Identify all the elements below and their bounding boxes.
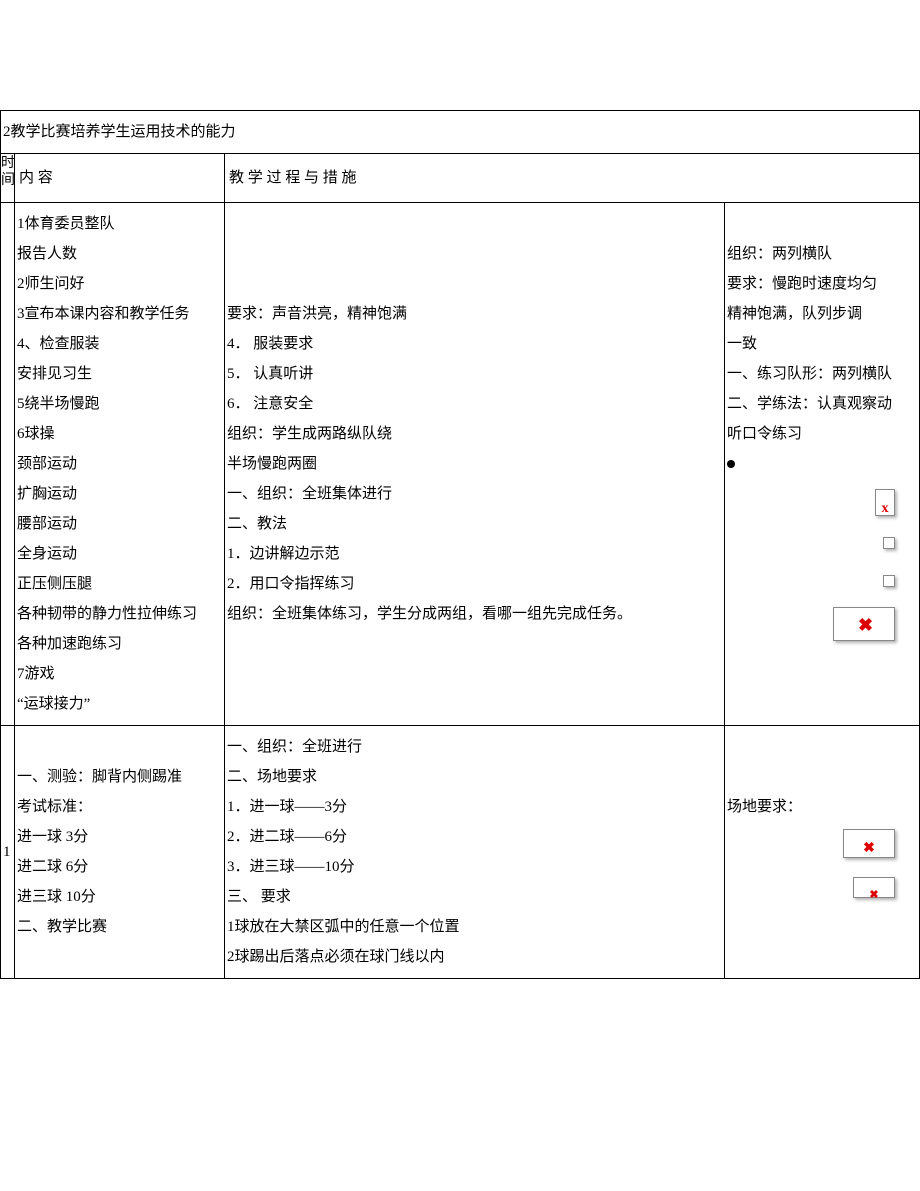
top-note-cell: 2教学比赛培养学生运用技术的能力 [1,111,920,154]
section-2-org: 场地要求： ✖ ✖ [725,726,920,979]
top-note-row: 2教学比赛培养学生运用技术的能力 [1,111,920,154]
process-line: 一、组织：全班进行 [227,732,720,762]
broken-image-icon: ✖ [853,877,895,898]
content-line: 2师生问好 [17,269,220,299]
content-line: 进一球 3分 [17,822,220,852]
org-line: 二、学练法：认真观察动 [727,389,915,419]
org-line: 组织：两列横队 [727,239,915,269]
content-line: 腰部运动 [17,509,220,539]
content-line: 二、教学比赛 [17,912,220,942]
section-2-time-text: 1 [3,844,11,860]
content-line: 5绕半场慢跑 [17,389,220,419]
content-line: 1体育委员整队 [17,209,220,239]
content-line: 3宣布本课内容和教学任务 [17,299,220,329]
content-line: 扩胸运动 [17,479,220,509]
process-line: 要求：声音洪亮，精神饱满 [227,299,720,329]
process-line: 组织：学生成两路纵队绕 [227,419,720,449]
section-2-time: 1 [1,726,15,979]
image-placeholder-group: ✖ ✖ [727,822,915,902]
broken-image-icon: ✖ [843,829,895,858]
process-line: 1．进一球——3分 [227,792,720,822]
org-line [727,209,915,239]
org-line: 要求：慢跑时速度均匀 [727,269,915,299]
content-line: 6球操 [17,419,220,449]
section-1-time [1,203,15,726]
section-1-org: 组织：两列横队 要求：慢跑时速度均匀 精神饱满，队列步调 一致 一、练习队形：两… [725,203,920,726]
org-line: 场地要求： [727,792,915,822]
process-line: 2．用口令指挥练习 [227,569,720,599]
section-1-process: 要求：声音洪亮，精神饱满 4． 服装要求 5． 认真听讲 6． 注意安全 组织：… [225,203,725,726]
content-line: 各种加速跑练习 [17,629,220,659]
content-line: 报告人数 [17,239,220,269]
process-line: 半场慢跑两圈 [227,449,720,479]
org-line: 一、练习队形：两列横队 [727,359,915,389]
content-line: 安排见习生 [17,359,220,389]
broken-image-icon: ✖ [833,607,895,641]
process-line: 5． 认真听讲 [227,359,720,389]
process-line: 1球放在大禁区弧中的任意一个位置 [227,912,720,942]
content-line: 进二球 6分 [17,852,220,882]
process-line: 1．边讲解边示范 [227,539,720,569]
broken-image-icon [883,537,895,549]
process-line: 组织：全班集体练习，学生分成两组，看哪一组先完成任务。 [227,599,720,629]
broken-image-icon [883,575,895,587]
content-line: 7游戏 [17,659,220,689]
process-line [227,239,720,269]
content-line: 正压侧压腿 [17,569,220,599]
content-line [17,732,220,762]
header-time: 时间时间 [1,154,15,203]
section-2-row: 1 一、测验：脚背内侧踢准 考试标准： 进一球 3分 进二球 6分 进三球 10… [1,726,920,979]
lesson-plan-table: 2教学比赛培养学生运用技术的能力 时间时间 内 容 教 学 过 程 与 措 施 … [0,110,920,979]
org-line: 一致 [727,329,915,359]
broken-image-icon: x [875,489,895,516]
top-note-text: 2教学比赛培养学生运用技术的能力 [3,124,236,140]
header-content: 内 容 [15,154,225,203]
process-line: 4． 服装要求 [227,329,720,359]
org-line [727,762,915,792]
image-placeholder-group: x ✖ [727,479,915,641]
header-process-text: 教 学 过 程 与 措 施 [229,170,357,186]
content-line: 考试标准： [17,792,220,822]
content-line: “运球接力” [17,689,220,719]
process-line [227,269,720,299]
org-line: 听口令练习 [727,419,915,449]
content-line: 全身运动 [17,539,220,569]
bullet-dot-icon [727,460,735,468]
process-line: 2．进二球——6分 [227,822,720,852]
process-line: 2球踢出后落点必须在球门线以内 [227,942,720,972]
content-line: 4、检查服装 [17,329,220,359]
content-line: 一、测验：脚背内侧踢准 [17,762,220,792]
process-line: 3．进三球——10分 [227,852,720,882]
process-line: 二、教法 [227,509,720,539]
process-line: 二、场地要求 [227,762,720,792]
org-line [727,449,915,479]
process-line [227,209,720,239]
process-line: 6． 注意安全 [227,389,720,419]
section-2-content: 一、测验：脚背内侧踢准 考试标准： 进一球 3分 进二球 6分 进三球 10分 … [15,726,225,979]
section-1-row: 1体育委员整队 报告人数 2师生问好 3宣布本课内容和教学任务 4、检查服装 安… [1,203,920,726]
section-1-content: 1体育委员整队 报告人数 2师生问好 3宣布本课内容和教学任务 4、检查服装 安… [15,203,225,726]
content-line: 颈部运动 [17,449,220,479]
org-line: 精神饱满，队列步调 [727,299,915,329]
content-line: 进三球 10分 [17,882,220,912]
content-line: 各种韧带的静力性拉伸练习 [17,599,220,629]
process-line: 三、 要求 [227,882,720,912]
process-line: 一、组织：全班集体进行 [227,479,720,509]
section-2-process: 一、组织：全班进行 二、场地要求 1．进一球——3分 2．进二球——6分 3．进… [225,726,725,979]
header-process: 教 学 过 程 与 措 施 [225,154,920,203]
header-content-text: 内 容 [19,170,53,186]
org-line [727,732,915,762]
header-row: 时间时间 内 容 教 学 过 程 与 措 施 [1,154,920,203]
